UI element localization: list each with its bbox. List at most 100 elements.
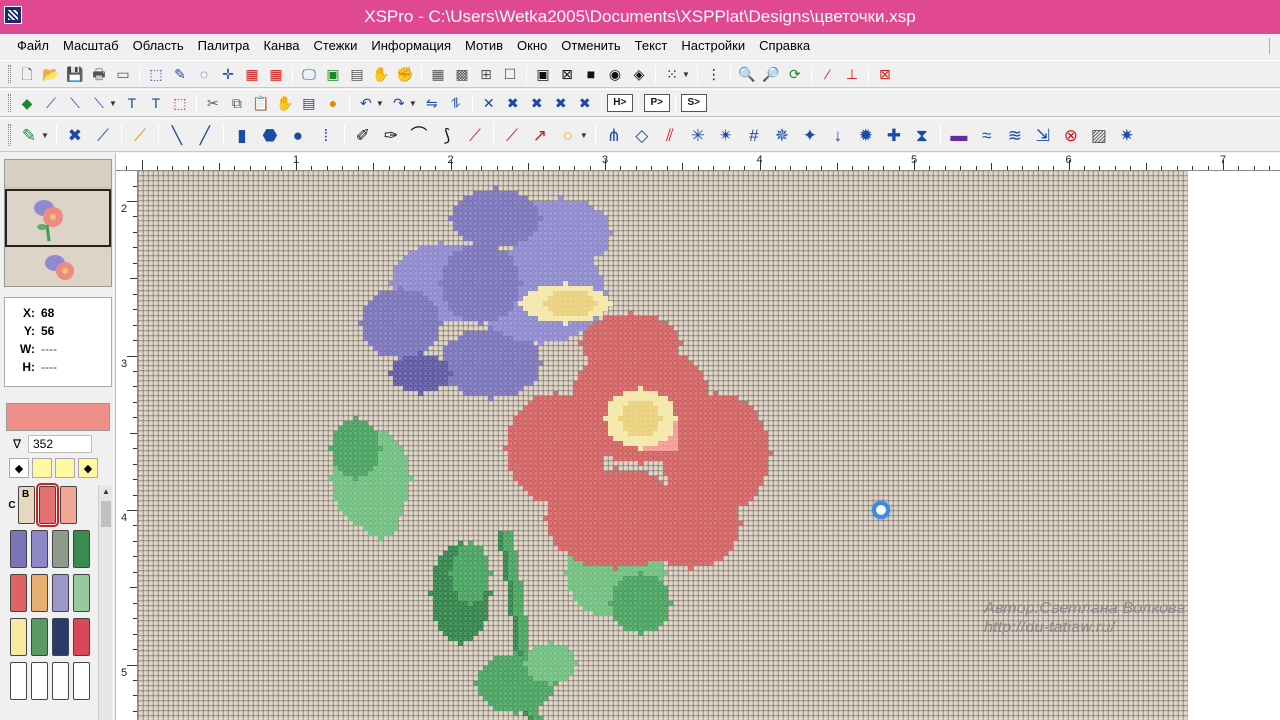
picker-replace-icon[interactable]: ⊥ <box>841 63 863 85</box>
hash-stitch-icon[interactable]: # <box>741 122 767 148</box>
chevron-down-icon[interactable]: ▼ <box>41 131 49 140</box>
thread-swatch[interactable] <box>52 662 69 700</box>
cut-icon[interactable]: ✂ <box>202 92 224 114</box>
chevron-down-icon[interactable]: ▼ <box>109 99 117 108</box>
mirror-v-icon[interactable]: ⥮ <box>445 92 467 114</box>
mirror-h-icon[interactable]: ⇋ <box>421 92 443 114</box>
zigzag-a-icon[interactable]: ▬ <box>946 122 972 148</box>
cross-b-icon[interactable]: ✖ <box>526 92 548 114</box>
menu-window[interactable]: Окно <box>510 34 554 58</box>
view-stitch-icon[interactable]: ⊠ <box>556 63 578 85</box>
star-stitch-icon[interactable]: ✳ <box>685 122 711 148</box>
s-button[interactable]: S> <box>680 94 707 112</box>
paste-icon[interactable]: 📋 <box>250 92 272 114</box>
pattern-a-icon[interactable]: ◇ <box>629 122 655 148</box>
fill-pattern-icon[interactable]: ⋔ <box>601 122 627 148</box>
diamond-icon[interactable]: ◆ <box>9 458 29 478</box>
filter-icon[interactable]: ∇ <box>6 437 28 451</box>
menu-file[interactable]: Файл <box>10 34 56 58</box>
toolbar-grip[interactable] <box>8 93 11 113</box>
copy-icon[interactable]: ⧉ <box>226 92 248 114</box>
open-folder-icon[interactable]: 📂 <box>40 63 62 85</box>
wand-options-icon[interactable]: ⟍ <box>88 92 110 114</box>
half-cross-icon[interactable]: ⟋ <box>90 122 116 148</box>
save-icon[interactable]: 💾 <box>64 63 86 85</box>
magic-icon[interactable]: ▤ <box>346 63 368 85</box>
down-stitch-icon[interactable]: ↓ <box>825 122 851 148</box>
menu-stitches[interactable]: Стежки <box>306 34 364 58</box>
zigzag-c-icon[interactable]: ≋ <box>1002 122 1028 148</box>
menu-undo[interactable]: Отменить <box>554 34 627 58</box>
full-cross-icon[interactable]: ✖ <box>62 122 88 148</box>
thread-number-field[interactable]: 352 <box>28 435 92 453</box>
thread-swatch[interactable] <box>52 530 69 568</box>
export-icon[interactable]: ▦ <box>265 63 287 85</box>
small-star-icon[interactable]: ✚ <box>881 122 907 148</box>
thread-swatch[interactable]: B <box>18 486 35 524</box>
preview-thumb-selected[interactable] <box>5 189 111 247</box>
design-preview[interactable] <box>4 159 112 287</box>
thread-swatch[interactable] <box>52 574 69 612</box>
thread-swatch[interactable] <box>31 530 48 568</box>
zoom-out-icon[interactable]: 🔎 <box>760 63 782 85</box>
scroll-up-icon[interactable]: ▲ <box>99 485 113 499</box>
current-color-swatch[interactable] <box>6 403 110 431</box>
design-canvas[interactable]: Автор:Светлана Волкова http://du-tatiaw.… <box>138 171 1280 720</box>
chevron-down-icon[interactable]: ▼ <box>580 131 588 140</box>
import-icon[interactable]: ▦ <box>241 63 263 85</box>
select-freehand-icon[interactable]: ✎ <box>169 63 191 85</box>
menu-canvas[interactable]: Канва <box>256 34 306 58</box>
text-tool-icon[interactable]: T <box>121 92 143 114</box>
thread-swatch[interactable] <box>10 662 27 700</box>
thread-swatch[interactable] <box>60 486 77 524</box>
menu-zoom[interactable]: Масштаб <box>56 34 126 58</box>
palette-scrollbar[interactable]: ▲ <box>98 485 112 720</box>
zoom-fit-icon[interactable]: ⟳ <box>784 63 806 85</box>
print-icon[interactable]: 🖶 <box>88 63 110 85</box>
pencil-icon[interactable]: ✎ <box>16 122 42 148</box>
menu-text[interactable]: Текст <box>628 34 675 58</box>
view-symbol-icon[interactable]: ◈ <box>628 63 650 85</box>
cross-c-icon[interactable]: ✖ <box>550 92 572 114</box>
crosshair-icon[interactable]: ✛ <box>217 63 239 85</box>
toolbar-grip[interactable] <box>8 123 11 147</box>
diamond-stitch-icon[interactable]: ✵ <box>769 122 795 148</box>
backstitch-icon[interactable]: ╲ <box>164 122 190 148</box>
thread-swatch[interactable] <box>73 530 90 568</box>
menu-help[interactable]: Справка <box>752 34 817 58</box>
marker-icon[interactable]: ⟋ <box>462 122 488 148</box>
view-color-icon[interactable]: ◉ <box>604 63 626 85</box>
spark-icon[interactable]: ✷ <box>1114 122 1140 148</box>
grid-coarse-icon[interactable]: ⊞ <box>475 63 497 85</box>
dot-icon[interactable]: ● <box>285 122 311 148</box>
thread-swatch[interactable] <box>31 574 48 612</box>
undo-icon[interactable]: ↶ <box>355 92 377 114</box>
chevron-down-icon[interactable]: ▼ <box>376 99 384 108</box>
symbol-yellow-light[interactable] <box>55 458 75 478</box>
block-stitch-icon[interactable]: ✹ <box>853 122 879 148</box>
diamond-icon[interactable]: ◆ <box>78 458 98 478</box>
symbol-yellow[interactable] <box>32 458 52 478</box>
thread-swatch[interactable] <box>36 483 59 527</box>
h-button[interactable]: H> <box>606 94 633 112</box>
chevron-down-icon[interactable]: ▼ <box>682 70 690 79</box>
menu-settings[interactable]: Настройки <box>674 34 752 58</box>
toolbar-grip[interactable] <box>8 64 11 84</box>
thread-swatch[interactable] <box>73 574 90 612</box>
brush-icon[interactable]: ⟋ <box>40 92 62 114</box>
dotted-rect-icon[interactable]: ⬚ <box>169 92 191 114</box>
menu-palette[interactable]: Палитра <box>191 34 257 58</box>
zoom-in-icon[interactable]: 🔍 <box>736 63 758 85</box>
quarter-stitch-icon[interactable]: ⟋ <box>127 122 153 148</box>
flower-stitch-pattern[interactable] <box>138 171 1188 720</box>
print-preview-icon[interactable]: ▭ <box>112 63 134 85</box>
blank-grid-icon[interactable]: ☐ <box>499 63 521 85</box>
paste-special-icon[interactable]: ✋ <box>274 92 296 114</box>
palette-icon[interactable]: ● <box>322 92 344 114</box>
ruler-icon[interactable]: ⋮ <box>703 63 725 85</box>
lasso-icon[interactable]: ◌ <box>193 63 215 85</box>
view-block-icon[interactable]: ■ <box>580 63 602 85</box>
menu-info[interactable]: Информация <box>364 34 458 58</box>
bezier-icon[interactable]: ⟆ <box>434 122 460 148</box>
thread-swatch[interactable] <box>73 662 90 700</box>
